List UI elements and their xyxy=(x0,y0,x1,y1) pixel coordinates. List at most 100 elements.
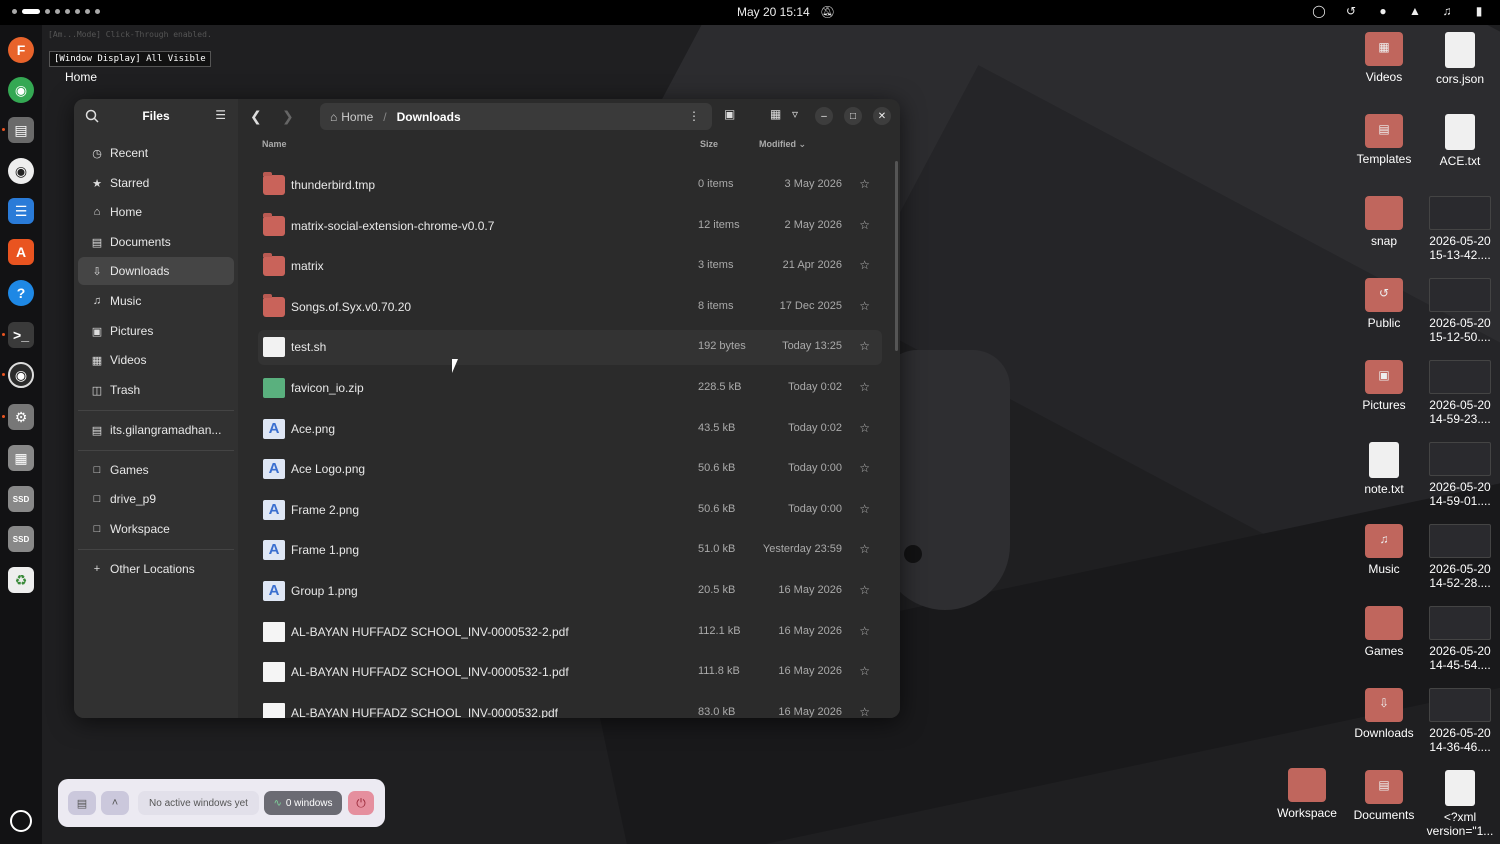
desktop-icon[interactable]: 2026-05-20 14-59-01.... xyxy=(1423,442,1497,508)
terminal-icon[interactable]: >_ xyxy=(8,322,34,348)
forward-chevron-icon[interactable]: ❯ xyxy=(282,108,294,125)
desktop-icon[interactable]: snap xyxy=(1347,196,1421,248)
star-toggle-icon[interactable]: ☆ xyxy=(859,664,870,678)
sidebar-item-workspace[interactable]: □ Workspace xyxy=(78,515,234,543)
star-toggle-icon[interactable]: ☆ xyxy=(859,339,870,353)
desktop-icon[interactable]: ▦ Videos xyxy=(1347,32,1421,84)
volume-icon[interactable]: ♫ xyxy=(1438,4,1456,18)
back-chevron-icon[interactable]: ❮ xyxy=(250,108,262,125)
windows-count-badge[interactable]: ∿ 0 windows xyxy=(264,791,342,815)
star-toggle-icon[interactable]: ☆ xyxy=(859,583,870,597)
file-row[interactable]: AL-BAYAN HUFFADZ SCHOOL_INV-0000532-2.pd… xyxy=(258,615,882,650)
desktop-icon[interactable]: 2026-05-20 15-13-42.... xyxy=(1423,196,1497,262)
file-row[interactable]: matrix-social-extension-chrome-v0.0.7 12 … xyxy=(258,209,882,244)
clock[interactable]: May 20 15:14 xyxy=(737,5,810,19)
star-toggle-icon[interactable]: ☆ xyxy=(859,258,870,272)
rhythmbox-icon[interactable]: ◉ xyxy=(8,158,34,184)
star-toggle-icon[interactable]: ☆ xyxy=(859,177,870,191)
desktop-icon[interactable]: ⇩ Downloads xyxy=(1347,688,1421,740)
desktop-icon[interactable]: 2026-05-20 14-52-28.... xyxy=(1423,524,1497,590)
notifications-off-icon[interactable]: 🔕︎ xyxy=(820,5,835,19)
file-row[interactable]: AL-BAYAN HUFFADZ SCHOOL_INV-0000532-1.pd… xyxy=(258,655,882,690)
settings-icon[interactable]: ⚙ xyxy=(8,404,34,430)
desktop-icon[interactable]: Workspace xyxy=(1270,768,1344,820)
file-row[interactable]: favicon_io.zip 228.5 kB Today 0:02 ☆ xyxy=(258,371,882,406)
app-center-icon[interactable]: A xyxy=(8,239,34,265)
sidebar-item-downloads[interactable]: ⇩ Downloads xyxy=(78,257,234,285)
sidebar-item-recent[interactable]: ◷ Recent xyxy=(78,139,234,167)
column-header-size[interactable]: Size xyxy=(700,139,718,149)
sidebar-item-starred[interactable]: ★ Starred xyxy=(78,169,234,197)
path-bar[interactable]: ⌂ Home / Downloads ⋮ xyxy=(320,103,712,130)
obs-icon[interactable]: ◉ xyxy=(8,362,34,388)
sidebar-item-games[interactable]: □ Games xyxy=(78,456,234,484)
kebab-menu-icon[interactable]: ⋮ xyxy=(688,109,700,123)
star-toggle-icon[interactable]: ☆ xyxy=(859,461,870,475)
home-desktop-label[interactable]: Home xyxy=(65,70,97,84)
star-toggle-icon[interactable]: ☆ xyxy=(859,299,870,313)
sidebar-item-drive-p9[interactable]: □ drive_p9 xyxy=(78,485,234,513)
sidebar-item-drive[interactable]: ▤ its.gilangramadhan... xyxy=(78,416,234,444)
file-row[interactable]: AL-BAYAN HUFFADZ SCHOOL_INV-0000532.pdf 8… xyxy=(258,696,882,718)
file-row[interactable]: A Ace.png 43.5 kB Today 0:02 ☆ xyxy=(258,412,882,447)
camera-icon[interactable]: ▣ xyxy=(724,107,735,121)
file-row[interactable]: A Frame 2.png 50.6 kB Today 0:00 ☆ xyxy=(258,493,882,528)
star-toggle-icon[interactable]: ☆ xyxy=(859,542,870,556)
sidebar-item-documents[interactable]: ▤ Documents xyxy=(78,228,234,256)
chevron-up-icon[interactable]: ˄ xyxy=(101,791,129,815)
desktop-icon[interactable]: 2026-05-20 14-36-46.... xyxy=(1423,688,1497,754)
chrome-icon[interactable]: ◉ xyxy=(8,77,34,103)
ssd-icon[interactable]: SSD xyxy=(8,486,34,512)
vpn-icon[interactable]: ↺ xyxy=(1342,4,1360,18)
sidebar-item-pictures[interactable]: ▣ Pictures xyxy=(78,317,234,345)
desktop-icon[interactable]: 2026-05-20 14-59-23.... xyxy=(1423,360,1497,426)
chrome-tray-icon[interactable]: ◯ xyxy=(1310,4,1328,18)
drive-icon[interactable]: ▦ xyxy=(8,445,34,471)
desktop-icon[interactable]: ↺ Public xyxy=(1347,278,1421,330)
maximize-button[interactable]: □ xyxy=(844,107,862,125)
sidebar-item-music[interactable]: ♫ Music xyxy=(78,287,234,315)
desktop-icon[interactable]: <?xml version="1... xyxy=(1423,770,1497,838)
desktop-icon[interactable]: ▤ Templates xyxy=(1347,114,1421,166)
system-tray[interactable]: ◯ ↺ ● ▲ ♫ ▮ xyxy=(1310,4,1488,18)
workspace-indicator[interactable] xyxy=(12,9,100,14)
chevron-down-icon[interactable]: ▿ xyxy=(792,107,798,121)
help-icon[interactable]: ? xyxy=(8,280,34,306)
show-apps-icon[interactable] xyxy=(10,810,32,832)
file-row[interactable]: Songs.of.Syx.v0.70.20 8 items 17 Dec 2025 ☆ xyxy=(258,290,882,325)
mic-off-icon[interactable]: ● xyxy=(1374,4,1392,18)
desktop-icon[interactable]: 2026-05-20 15-12-50.... xyxy=(1423,278,1497,344)
breadcrumb-home[interactable]: Home xyxy=(341,110,373,124)
file-row[interactable]: A Frame 1.png 51.0 kB Yesterday 23:59 ☆ xyxy=(258,533,882,568)
files-app-icon[interactable]: ▤ xyxy=(8,117,34,143)
star-toggle-icon[interactable]: ☆ xyxy=(859,218,870,232)
star-toggle-icon[interactable]: ☆ xyxy=(859,421,870,435)
trash-bin-icon[interactable]: ♻ xyxy=(8,567,34,593)
desktop-icon[interactable]: 2026-05-20 14-45-54.... xyxy=(1423,606,1497,672)
desktop-icon[interactable]: cors.json xyxy=(1423,32,1497,86)
desktop-icon[interactable]: note.txt xyxy=(1347,442,1421,496)
grid-view-icon[interactable]: ▦ xyxy=(770,107,781,121)
star-toggle-icon[interactable]: ☆ xyxy=(859,624,870,638)
star-toggle-icon[interactable]: ☆ xyxy=(859,380,870,394)
ssd-icon-2[interactable]: SSD xyxy=(8,526,34,552)
hamburger-menu-icon[interactable]: ☰ xyxy=(215,108,226,122)
desktop-icon[interactable]: ▣ Pictures xyxy=(1347,360,1421,412)
column-header-name[interactable]: Name xyxy=(262,139,287,149)
chat-icon[interactable]: ▤ xyxy=(68,791,96,815)
breadcrumb-current[interactable]: Downloads xyxy=(397,110,461,124)
file-row[interactable]: matrix 3 items 21 Apr 2026 ☆ xyxy=(258,249,882,284)
file-row[interactable]: thunderbird.tmp 0 items 3 May 2026 ☆ xyxy=(258,168,882,203)
writer-icon[interactable]: ☰ xyxy=(8,198,34,224)
desktop-icon[interactable]: ACE.txt xyxy=(1423,114,1497,168)
sidebar-item-trash[interactable]: ◫ Trash xyxy=(78,376,234,404)
desktop-icon[interactable]: Games xyxy=(1347,606,1421,658)
sidebar-item-other-locations[interactable]: + Other Locations xyxy=(78,555,234,583)
file-row[interactable]: A Group 1.png 20.5 kB 16 May 2026 ☆ xyxy=(258,574,882,609)
sidebar-item-home[interactable]: ⌂ Home xyxy=(78,198,234,226)
minimize-button[interactable]: – xyxy=(815,107,833,125)
sidebar-item-videos[interactable]: ▦ Videos xyxy=(78,346,234,374)
desktop-icon[interactable]: ▤ Documents xyxy=(1347,770,1421,822)
star-toggle-icon[interactable]: ☆ xyxy=(859,502,870,516)
firefox-icon[interactable]: F xyxy=(8,37,34,63)
